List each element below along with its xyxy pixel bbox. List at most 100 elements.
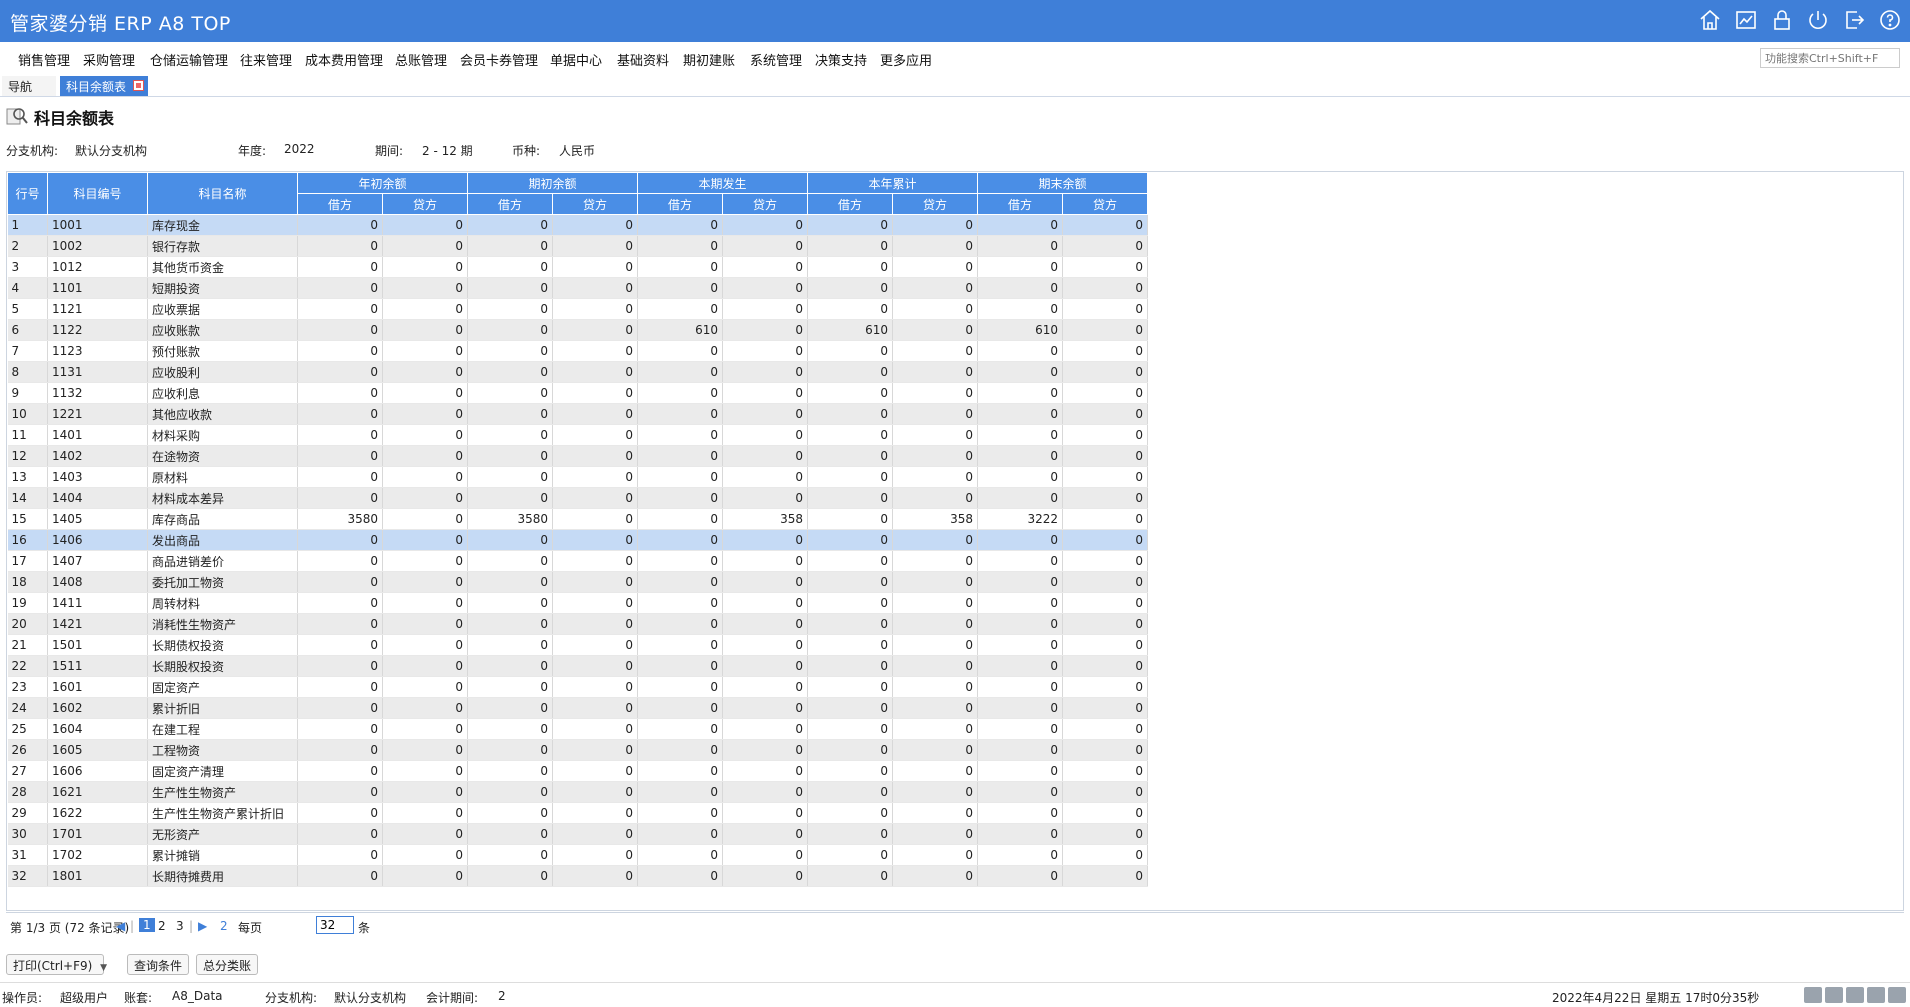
amount-cell: 0 — [892, 760, 978, 782]
amount-cell: 0 — [637, 823, 723, 845]
page-2[interactable]: 2 — [158, 919, 166, 933]
function-search-input[interactable] — [1760, 48, 1900, 68]
tab-balance-sheet[interactable]: 科目余额表 — [60, 76, 148, 96]
menu-sales[interactable]: 销售管理 — [18, 50, 70, 69]
amount-cell: 0 — [1062, 487, 1148, 509]
table-row[interactable]: 21 1501 长期债权投资 0 0 0 0 0 0 0 0 0 0 — [7, 634, 1148, 656]
amount-cell: 0 — [977, 781, 1063, 803]
page-1[interactable]: 1 — [139, 918, 155, 932]
menu-member-card[interactable]: 会员卡券管理 — [460, 50, 538, 69]
table-row[interactable]: 15 1405 库存商品 3580 0 3580 0 0 358 0 358 3222 0 — [7, 508, 1148, 530]
amount-cell: 0 — [807, 760, 893, 782]
chart-icon[interactable] — [1734, 8, 1758, 32]
table-row[interactable]: 3 1012 其他货币资金 0 0 0 0 0 0 0 0 0 0 — [7, 256, 1148, 278]
title-bar: 管家婆分销 ERP A8 TOP — [0, 0, 1910, 42]
table-row[interactable]: 24 1602 累计折旧 0 0 0 0 0 0 0 0 0 0 — [7, 697, 1148, 719]
message-icon[interactable] — [1804, 987, 1822, 1003]
table-row[interactable]: 14 1404 材料成本差异 0 0 0 0 0 0 0 0 0 0 — [7, 487, 1148, 509]
home-icon[interactable] — [1698, 8, 1722, 32]
table-row[interactable]: 6 1122 应收账款 0 0 0 0 610 0 610 0 610 0 — [7, 319, 1148, 341]
balance-grid[interactable]: 行号 科目编号 科目名称 年初余额 期初余额 本期发生 本年累计 期末余额 借方… — [6, 171, 1904, 911]
help-icon[interactable] — [1878, 8, 1902, 32]
exit-icon[interactable] — [1842, 8, 1866, 32]
account-name: 生产性生物资产累计折旧 — [147, 802, 298, 824]
amount-cell: 0 — [722, 256, 808, 278]
menu-purchase[interactable]: 采购管理 — [83, 50, 135, 69]
page-3[interactable]: 3 — [176, 919, 184, 933]
first-page-icon[interactable]: ◀ — [116, 919, 125, 933]
per-page-input[interactable] — [316, 916, 354, 934]
menu-cost[interactable]: 成本费用管理 — [305, 50, 383, 69]
col-header-name[interactable]: 科目名称 — [147, 172, 298, 215]
apps-icon[interactable] — [1888, 987, 1906, 1003]
table-row[interactable]: 19 1411 周转材料 0 0 0 0 0 0 0 0 0 0 — [7, 592, 1148, 614]
amount-cell: 358 — [892, 508, 978, 530]
col-header-credit: 贷方 — [1062, 193, 1148, 215]
table-row[interactable]: 4 1101 短期投资 0 0 0 0 0 0 0 0 0 0 — [7, 277, 1148, 299]
table-row[interactable]: 16 1406 发出商品 0 0 0 0 0 0 0 0 0 0 — [7, 529, 1148, 551]
table-row[interactable]: 31 1702 累计摊销 0 0 0 0 0 0 0 0 0 0 — [7, 844, 1148, 866]
amount-cell: 0 — [552, 340, 638, 362]
document-icon[interactable] — [1825, 987, 1843, 1003]
close-icon[interactable] — [133, 80, 144, 91]
table-row[interactable]: 22 1511 长期股权投资 0 0 0 0 0 0 0 0 0 0 — [7, 655, 1148, 677]
menu-opening[interactable]: 期初建账 — [683, 50, 735, 69]
amount-cell: 0 — [1062, 445, 1148, 467]
table-row[interactable]: 30 1701 无形资产 0 0 0 0 0 0 0 0 0 0 — [7, 823, 1148, 845]
table-row[interactable]: 25 1604 在建工程 0 0 0 0 0 0 0 0 0 0 — [7, 718, 1148, 740]
amount-cell: 0 — [552, 445, 638, 467]
table-row[interactable]: 13 1403 原材料 0 0 0 0 0 0 0 0 0 0 — [7, 466, 1148, 488]
menu-basic-data[interactable]: 基础资料 — [617, 50, 669, 69]
amount-cell: 0 — [722, 634, 808, 656]
table-row[interactable]: 28 1621 生产性生物资产 0 0 0 0 0 0 0 0 0 0 — [7, 781, 1148, 803]
amount-cell: 0 — [807, 340, 893, 362]
account-code: 1012 — [47, 256, 148, 278]
menu-warehouse[interactable]: 仓储运输管理 — [150, 50, 228, 69]
grid-icon[interactable] — [1867, 987, 1885, 1003]
amount-cell: 0 — [892, 466, 978, 488]
menu-decision[interactable]: 决策支持 — [815, 50, 867, 69]
table-row[interactable]: 2 1002 银行存款 0 0 0 0 0 0 0 0 0 0 — [7, 235, 1148, 257]
menu-system[interactable]: 系统管理 — [750, 50, 802, 69]
menu-documents[interactable]: 单据中心 — [550, 50, 602, 69]
col-header-code[interactable]: 科目编号 — [47, 172, 148, 215]
table-row[interactable]: 23 1601 固定资产 0 0 0 0 0 0 0 0 0 0 — [7, 676, 1148, 698]
table-row[interactable]: 17 1407 商品进销差价 0 0 0 0 0 0 0 0 0 0 — [7, 550, 1148, 572]
menu-more[interactable]: 更多应用 — [880, 50, 932, 69]
tab-navigation[interactable]: 导航 — [2, 76, 56, 96]
table-row[interactable]: 10 1221 其他应收款 0 0 0 0 0 0 0 0 0 0 — [7, 403, 1148, 425]
table-row[interactable]: 8 1131 应收股利 0 0 0 0 0 0 0 0 0 0 — [7, 361, 1148, 383]
amount-cell: 0 — [892, 256, 978, 278]
table-row[interactable]: 11 1401 材料采购 0 0 0 0 0 0 0 0 0 0 — [7, 424, 1148, 446]
table-row[interactable]: 29 1622 生产性生物资产累计折旧 0 0 0 0 0 0 0 0 0 0 — [7, 802, 1148, 824]
table-row[interactable]: 7 1123 预付账款 0 0 0 0 0 0 0 0 0 0 — [7, 340, 1148, 362]
col-header-index[interactable]: 行号 — [7, 172, 48, 215]
window-icon[interactable] — [1846, 987, 1864, 1003]
table-row[interactable]: 26 1605 工程物资 0 0 0 0 0 0 0 0 0 0 — [7, 739, 1148, 761]
amount-cell: 0 — [1062, 760, 1148, 782]
menu-general-ledger[interactable]: 总账管理 — [395, 50, 447, 69]
next-page-icon[interactable]: ▶ — [198, 919, 207, 933]
lock-icon[interactable] — [1770, 8, 1794, 32]
amount-cell: 0 — [382, 298, 468, 320]
amount-cell: 0 — [552, 865, 638, 887]
table-row[interactable]: 20 1421 消耗性生物资产 0 0 0 0 0 0 0 0 0 0 — [7, 613, 1148, 635]
amount-cell: 0 — [467, 655, 553, 677]
print-button[interactable]: 打印(Ctrl+F9) ▼ — [6, 954, 107, 975]
table-row[interactable]: 27 1606 固定资产清理 0 0 0 0 0 0 0 0 0 0 — [7, 760, 1148, 782]
table-row[interactable]: 9 1132 应收利息 0 0 0 0 0 0 0 0 0 0 — [7, 382, 1148, 404]
menu-accounts[interactable]: 往来管理 — [240, 50, 292, 69]
table-row[interactable]: 32 1801 长期待摊费用 0 0 0 0 0 0 0 0 0 0 — [7, 865, 1148, 887]
general-ledger-button[interactable]: 总分类账 — [196, 954, 259, 975]
table-row[interactable]: 12 1402 在途物资 0 0 0 0 0 0 0 0 0 0 — [7, 445, 1148, 467]
query-conditions-button[interactable]: 查询条件 — [127, 954, 190, 975]
last-page-link[interactable]: 2 — [220, 919, 228, 933]
amount-cell: 0 — [722, 382, 808, 404]
power-icon[interactable] — [1806, 8, 1830, 32]
table-row[interactable]: 1 1001 库存现金 0 0 0 0 0 0 0 0 0 0 — [7, 214, 1148, 236]
table-row[interactable]: 18 1408 委托加工物资 0 0 0 0 0 0 0 0 0 0 — [7, 571, 1148, 593]
row-index: 11 — [7, 424, 48, 446]
amount-cell: 0 — [807, 235, 893, 257]
account-code: 1002 — [47, 235, 148, 257]
table-row[interactable]: 5 1121 应收票据 0 0 0 0 0 0 0 0 0 0 — [7, 298, 1148, 320]
